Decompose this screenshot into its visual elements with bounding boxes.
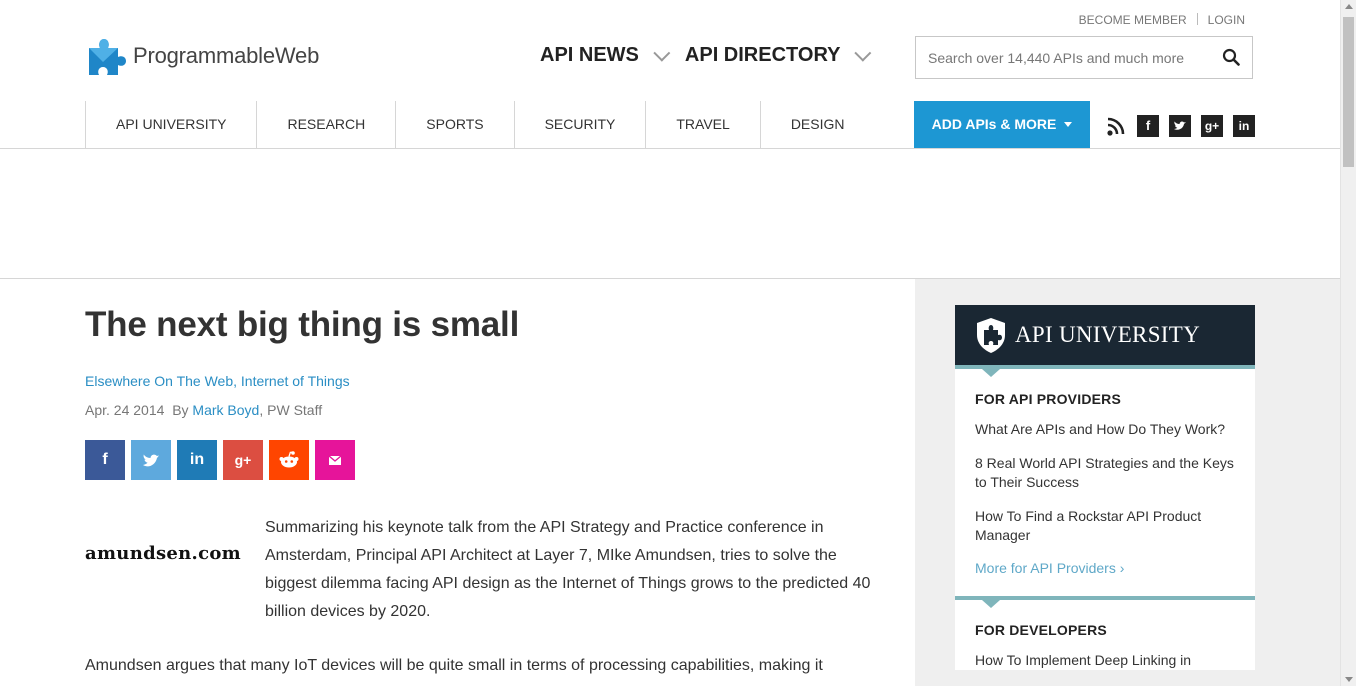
search-box (915, 36, 1253, 79)
api-university-widget: API UNIVERSITY FOR API PROVIDERS What Ar… (955, 305, 1255, 685)
category-security[interactable]: SECURITY (515, 101, 647, 148)
google-plus-icon[interactable]: g+ (1201, 115, 1223, 137)
api-directory-label: API DIRECTORY (684, 44, 841, 66)
scroll-up-icon[interactable] (1345, 4, 1353, 9)
share-buttons: f in g+ (85, 440, 885, 480)
chevron-right-icon: › (1119, 560, 1125, 576)
share-linkedin-button[interactable]: in (177, 440, 217, 480)
tag-link[interactable]: Elsewhere On The Web (85, 373, 233, 389)
sidebar-link[interactable]: How To Find a Rockstar API Product Manag… (975, 507, 1235, 545)
page-scrollbar[interactable] (1340, 0, 1356, 686)
share-email-button[interactable] (315, 440, 355, 480)
site-logo[interactable]: ProgrammableWeb (85, 34, 319, 78)
providers-heading: FOR API PROVIDERS (975, 391, 1122, 407)
shield-puzzle-icon (977, 318, 1005, 353)
providers-section: FOR API PROVIDERS What Are APIs and How … (955, 369, 1255, 596)
by-label: By (172, 402, 189, 418)
divider (1196, 13, 1198, 25)
add-apis-label: ADD APIs & MORE (931, 116, 1057, 132)
section-divider (955, 365, 1255, 377)
developers-section: FOR DEVELOPERS How To Implement Deep Lin… (955, 600, 1255, 670)
sidebar-link[interactable]: 8 Real World API Strategies and the Keys… (975, 454, 1235, 492)
logo-text: ProgrammableWeb (133, 43, 320, 68)
sidebar-link[interactable]: What Are APIs and How Do They Work? (975, 420, 1235, 439)
caret-down-icon (1064, 122, 1073, 127)
more-providers-link[interactable]: More for API Providers › (975, 560, 1235, 596)
search-input[interactable] (916, 37, 1230, 78)
chevron-down-icon (854, 44, 872, 62)
add-apis-button[interactable]: ADD APIs & MORE (914, 101, 1090, 148)
twitter-icon[interactable] (1169, 115, 1191, 137)
login-link[interactable]: LOGIN (1208, 13, 1245, 27)
api-university-title: API UNIVERSITY (1015, 322, 1200, 347)
category-travel[interactable]: TRAVEL (646, 101, 761, 148)
category-sports[interactable]: SPORTS (396, 101, 515, 148)
share-twitter-button[interactable] (131, 440, 171, 480)
developers-heading: FOR DEVELOPERS (975, 622, 1107, 638)
api-news-label: API NEWS (540, 44, 639, 66)
social-links: f g+ in (1105, 115, 1265, 137)
category-list: API UNIVERSITY RESEARCH SPORTS SECURITY … (85, 101, 925, 148)
top-links: BECOME MEMBER LOGIN (1079, 13, 1245, 27)
article-meta: Apr. 24 2014 By Mark Boyd, PW Staff (85, 402, 885, 418)
category-api-university[interactable]: API UNIVERSITY (86, 101, 258, 148)
api-news-menu[interactable]: API NEWS (540, 44, 671, 67)
section-divider (955, 596, 1255, 608)
api-directory-menu[interactable]: API DIRECTORY (684, 44, 872, 67)
category-nav: API UNIVERSITY RESEARCH SPORTS SECURITY … (0, 101, 1340, 149)
author-role: , PW Staff (259, 402, 323, 418)
category-research[interactable]: RESEARCH (257, 101, 397, 148)
facebook-icon[interactable]: f (1137, 115, 1159, 137)
tag-link[interactable]: Internet of Things (241, 373, 350, 389)
puzzle-logo-icon (89, 39, 126, 75)
category-design[interactable]: DESIGN (761, 101, 925, 148)
article-title: The next big thing is small (85, 305, 520, 344)
api-university-header[interactable]: API UNIVERSITY (955, 305, 1255, 365)
sidebar-link[interactable]: How To Implement Deep Linking in (975, 651, 1235, 670)
intro-paragraph: Summarizing his keynote talk from the AP… (265, 519, 871, 620)
share-google-plus-button[interactable]: g+ (223, 440, 263, 480)
become-member-link[interactable]: BECOME MEMBER (1079, 13, 1187, 27)
search-icon[interactable] (1222, 48, 1240, 66)
article-date: Apr. 24 2014 (85, 402, 165, 418)
main-nav: API NEWS API DIRECTORY (540, 44, 886, 67)
share-facebook-button[interactable]: f (85, 440, 125, 480)
article: The next big thing is small Elsewhere On… (85, 305, 885, 674)
share-reddit-button[interactable] (269, 440, 309, 480)
scrollbar-thumb[interactable] (1343, 17, 1354, 167)
amundsen-logo-image: amundsen.com (85, 543, 242, 564)
linkedin-icon[interactable]: in (1233, 115, 1255, 137)
body-paragraph: Amundsen argues that many IoT devices wi… (85, 657, 823, 674)
ad-banner-area (0, 149, 1340, 279)
article-tags: Elsewhere On The Web, Internet of Things (85, 373, 350, 389)
author-link[interactable]: Mark Boyd (192, 402, 259, 418)
rss-icon[interactable] (1105, 115, 1127, 137)
chevron-down-icon (653, 44, 671, 62)
site-header: ProgrammableWeb BECOME MEMBER LOGIN API N… (0, 0, 1340, 102)
scroll-down-icon[interactable] (1345, 677, 1353, 682)
